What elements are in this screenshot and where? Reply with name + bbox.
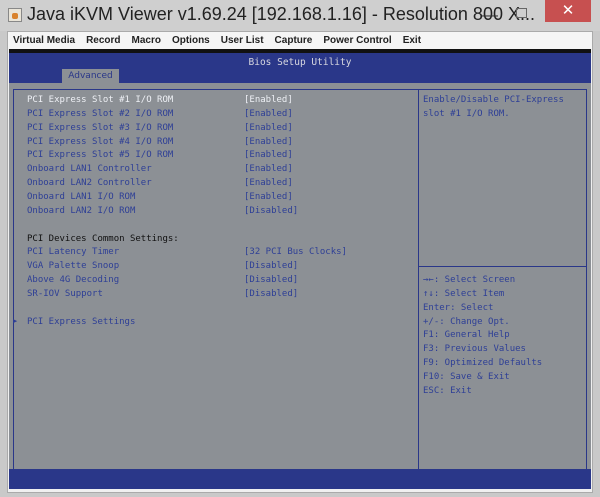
- key-hint: +/-: Change Opt.: [423, 316, 510, 327]
- setting-value[interactable]: [Enabled]: [244, 178, 293, 188]
- setting-value[interactable]: [32 PCI Bus Clocks]: [244, 247, 347, 257]
- setting-label[interactable]: PCI Latency Timer: [27, 247, 119, 257]
- key-hint: F9: Optimized Defaults: [423, 358, 543, 369]
- key-hint: Enter: Select: [423, 302, 494, 313]
- menu-power-control[interactable]: Power Control: [318, 32, 397, 49]
- close-button[interactable]: ✕: [545, 0, 591, 22]
- bios-header: Bios Setup Utility Advanced: [9, 53, 591, 83]
- menu-macro[interactable]: Macro: [127, 32, 167, 49]
- menu-virtual-media[interactable]: Virtual Media: [8, 32, 81, 49]
- viewer-frame: Virtual Media Record Macro Options User …: [7, 31, 593, 493]
- setting-value[interactable]: [Disabled]: [244, 261, 298, 271]
- setting-label[interactable]: PCI Express Slot #5 I/O ROM: [27, 150, 173, 160]
- setting-label[interactable]: VGA Palette Snoop: [27, 261, 119, 271]
- window-title: Java iKVM Viewer v1.69.24 [192.168.1.16]…: [27, 4, 535, 24]
- settings-panel: PCI Express Slot #1 I/O ROM [Enabled] PCI …: [13, 89, 419, 485]
- submenu-pci-express-settings[interactable]: PCI Express Settings: [27, 317, 135, 327]
- menu-user-list[interactable]: User List: [216, 32, 270, 49]
- setting-value[interactable]: [Disabled]: [244, 289, 298, 299]
- title-bar: Java iKVM Viewer v1.69.24 [192.168.1.16]…: [0, 0, 600, 31]
- setting-value[interactable]: [Enabled]: [244, 95, 293, 105]
- menu-bar: Virtual Media Record Macro Options User …: [8, 32, 592, 49]
- help-divider: [419, 266, 586, 267]
- bios-footer: [9, 469, 591, 489]
- remote-screen[interactable]: Bios Setup Utility Advanced PCI Express …: [9, 53, 591, 489]
- setting-value[interactable]: [Enabled]: [244, 164, 293, 174]
- setting-label[interactable]: Onboard LAN2 I/O ROM: [27, 206, 135, 216]
- key-hint: →←: Select Screen: [423, 275, 516, 285]
- help-panel: Enable/Disable PCI-Express slot #1 I/O RO…: [418, 89, 587, 485]
- setting-label[interactable]: Onboard LAN1 I/O ROM: [27, 192, 135, 202]
- setting-label[interactable]: SR-IOV Support: [27, 289, 103, 299]
- setting-label[interactable]: PCI Express Slot #1 I/O ROM: [27, 95, 173, 105]
- setting-label[interactable]: Onboard LAN1 Controller: [27, 164, 152, 174]
- key-hint: F3: Previous Values: [423, 344, 526, 355]
- setting-value[interactable]: [Enabled]: [244, 109, 293, 119]
- menu-exit[interactable]: Exit: [398, 32, 427, 49]
- help-text: Enable/Disable PCI-Express: [423, 95, 564, 105]
- section-heading: PCI Devices Common Settings:: [27, 233, 179, 244]
- key-hint: F1: General Help: [423, 330, 510, 341]
- key-hint: F10: Save & Exit: [423, 371, 510, 382]
- key-hint: ESC: Exit: [423, 385, 472, 396]
- bios-title: Bios Setup Utility: [248, 57, 352, 68]
- menu-options[interactable]: Options: [167, 32, 216, 49]
- submenu-arrow-icon: ▶: [13, 316, 18, 325]
- menu-record[interactable]: Record: [81, 32, 126, 49]
- help-text: slot #1 I/O ROM.: [423, 108, 510, 119]
- tab-advanced[interactable]: Advanced: [62, 69, 119, 83]
- java-app-icon: [8, 8, 22, 22]
- setting-value[interactable]: [Enabled]: [244, 123, 293, 133]
- setting-value[interactable]: [Disabled]: [244, 206, 298, 216]
- setting-label[interactable]: PCI Express Slot #2 I/O ROM: [27, 109, 173, 119]
- key-hint: ↑↓: Select Item: [423, 288, 505, 299]
- setting-value[interactable]: [Enabled]: [244, 192, 293, 202]
- setting-value[interactable]: [Enabled]: [244, 150, 293, 160]
- minimize-button[interactable]: —: [482, 7, 498, 25]
- setting-label[interactable]: PCI Express Slot #3 I/O ROM: [27, 123, 173, 133]
- maximize-button[interactable]: [516, 8, 527, 18]
- setting-value[interactable]: [Disabled]: [244, 275, 298, 285]
- setting-label[interactable]: Above 4G Decoding: [27, 275, 119, 285]
- setting-value[interactable]: [Enabled]: [244, 137, 293, 147]
- setting-label[interactable]: Onboard LAN2 Controller: [27, 178, 152, 188]
- setting-label[interactable]: PCI Express Slot #4 I/O ROM: [27, 137, 173, 147]
- menu-capture[interactable]: Capture: [270, 32, 319, 49]
